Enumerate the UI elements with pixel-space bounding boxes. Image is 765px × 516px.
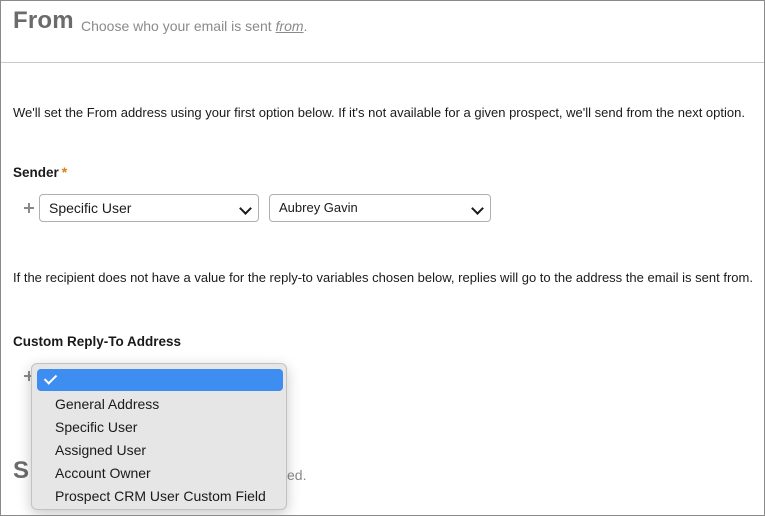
dropdown-option-account-owner[interactable]: Account Owner: [55, 463, 151, 483]
subtitle-emphasis: from: [275, 18, 304, 34]
next-section-subtitle: ed.: [287, 467, 307, 483]
sender-type-value: Specific User: [49, 200, 132, 216]
chevron-down-icon: [239, 202, 252, 215]
sender-label-text: Sender: [13, 165, 59, 180]
reply-to-description: If the recipient does not have a value f…: [13, 270, 753, 285]
section-title: From: [13, 7, 74, 34]
sender-label: Sender *: [13, 164, 67, 180]
dropdown-option-general-address[interactable]: General Address: [55, 394, 159, 414]
reply-to-label: Custom Reply-To Address: [13, 334, 182, 349]
dropdown-option-prospect-crm-user-custom-field[interactable]: Prospect CRM User Custom Field: [55, 486, 266, 506]
section-subtitle: Choose who your email is sent from.: [81, 18, 307, 34]
next-section-title: S: [13, 457, 30, 484]
sender-type-select[interactable]: Specific User: [39, 194, 259, 222]
subtitle-suffix: .: [303, 18, 308, 34]
from-section-header: From Choose who your email is sent from.: [1, 1, 764, 63]
dropdown-option-specific-user[interactable]: Specific User: [55, 417, 137, 437]
reply-to-dropdown-menu: General Address Specific User Assigned U…: [31, 363, 287, 510]
subtitle-text: Choose who your email is sent: [81, 18, 276, 34]
sender-user-value: Aubrey Gavin: [279, 200, 358, 215]
chevron-down-icon: [471, 202, 484, 215]
sender-user-select[interactable]: Aubrey Gavin: [269, 194, 491, 222]
add-sender-icon[interactable]: [24, 203, 34, 213]
sender-description: We'll set the From address using your fi…: [13, 105, 745, 120]
dropdown-option-assigned-user[interactable]: Assigned User: [55, 440, 146, 460]
dropdown-option-empty[interactable]: [37, 369, 283, 391]
required-marker: *: [61, 164, 68, 180]
page-frame: From Choose who your email is sent from.…: [0, 0, 765, 516]
checkmark-icon: [43, 371, 58, 385]
